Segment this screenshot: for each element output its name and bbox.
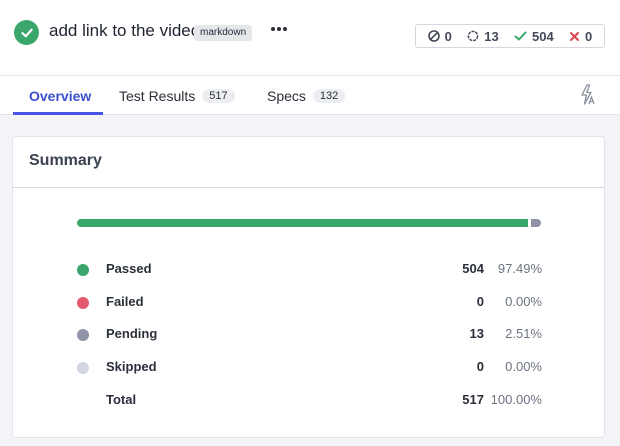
skipped-dot-icon: [77, 362, 89, 374]
stat-skipped: 0: [427, 28, 452, 44]
summary-row-total: Total 517 100.00%: [77, 390, 542, 410]
ellipsis-icon: [271, 27, 275, 31]
stat-passed: 504: [514, 29, 554, 44]
tab-specs[interactable]: Specs 132: [267, 76, 346, 115]
stat-failed: 0: [569, 29, 592, 44]
row-label: Passed: [106, 261, 152, 276]
flaky-bolt-icon[interactable]: [578, 84, 598, 106]
tab-specs-label: Specs: [267, 87, 306, 104]
tab-test-results[interactable]: Test Results 517: [119, 76, 235, 115]
stat-pending: 13: [467, 28, 499, 44]
row-percent: 97.49%: [497, 261, 542, 276]
row-percent: 2.51%: [505, 326, 542, 341]
run-tabs: Overview Test Results 517 Specs 132: [0, 76, 620, 115]
summary-card: Summary Passed 504 97.49% Failed 0 0.00%…: [12, 136, 605, 438]
x-icon: [570, 31, 580, 41]
stat-passed-count: 504: [532, 28, 554, 44]
row-label: Failed: [106, 294, 144, 309]
run-header: add link to the video markdown 0 13 504 …: [0, 0, 620, 76]
stat-pending-count: 13: [484, 28, 499, 44]
check-circle-icon: [14, 20, 39, 45]
tab-test-results-label: Test Results: [119, 87, 196, 104]
row-count: 504: [462, 261, 484, 276]
summary-row-passed: Passed 504 97.49%: [77, 259, 542, 279]
row-percent: 100.00%: [490, 392, 542, 407]
summary-row-pending: Pending 13 2.51%: [77, 324, 542, 344]
run-title: add link to the video: [49, 21, 201, 40]
active-tab-indicator: [13, 112, 103, 115]
passed-dot-icon: [77, 264, 89, 276]
cancel-circle-icon: [427, 30, 440, 42]
tab-overview[interactable]: Overview: [29, 76, 91, 115]
stat-failed-count: 0: [585, 28, 593, 44]
ring-icon: [467, 30, 479, 42]
summary-row-skipped: Skipped 0 0.00%: [77, 357, 542, 377]
progress-passed-segment: [77, 219, 528, 227]
summary-row-failed: Failed 0 0.00%: [77, 292, 542, 312]
summary-title: Summary: [29, 152, 102, 169]
row-label: Total: [106, 392, 137, 407]
pending-dot-icon: [77, 329, 89, 341]
tab-test-results-count: 517: [202, 88, 235, 103]
branch-tag: markdown: [194, 25, 253, 41]
tab-overview-label: Overview: [29, 87, 92, 104]
row-percent: 0.00%: [505, 359, 542, 374]
row-count: 517: [462, 392, 484, 407]
stat-skipped-count: 0: [444, 28, 452, 44]
failed-dot-icon: [77, 297, 89, 309]
row-count: 0: [476, 294, 484, 309]
summary-divider: [13, 187, 604, 188]
progress-pending-segment: [531, 219, 541, 227]
row-count: 13: [469, 326, 484, 341]
row-label: Pending: [106, 326, 158, 341]
row-percent: 0.00%: [505, 294, 542, 309]
row-label: Skipped: [106, 359, 157, 374]
tab-specs-count: 132: [312, 88, 346, 103]
checkmark-icon: [514, 31, 527, 41]
row-count: 0: [476, 359, 484, 374]
more-options-button[interactable]: [268, 19, 290, 39]
run-stats[interactable]: 0 13 504 0: [415, 24, 605, 48]
summary-progress-bar: [77, 219, 542, 227]
